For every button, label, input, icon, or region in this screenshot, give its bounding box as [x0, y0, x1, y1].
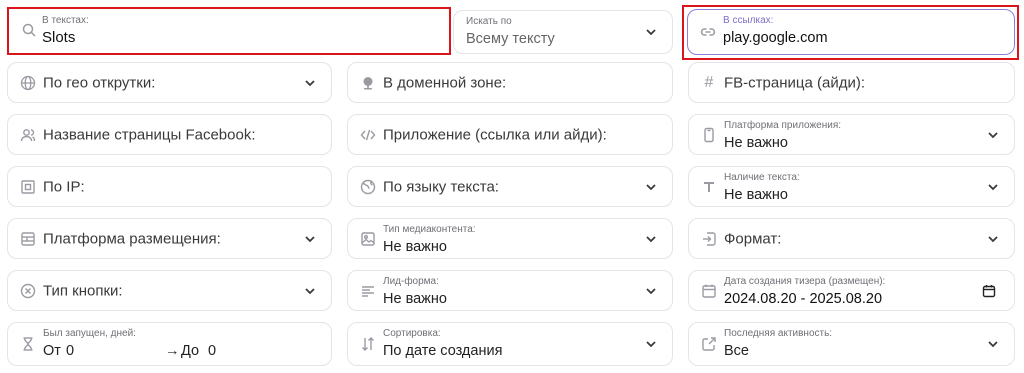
chevron-down-icon: [644, 284, 658, 298]
days-from-input[interactable]: 0: [66, 343, 74, 359]
calendar-icon: [701, 283, 717, 299]
calendar-picker-icon[interactable]: [982, 284, 996, 298]
lead-form-select[interactable]: Лид-форма: Не важно: [347, 270, 673, 311]
days-running-label: Был запущен, дней:: [43, 328, 136, 339]
search-by-select[interactable]: Искать по Всему тексту: [453, 10, 673, 54]
chevron-down-icon: [644, 25, 658, 39]
app-platform-label: Платформа приложения:: [724, 120, 842, 131]
format-select[interactable]: Формат:: [688, 218, 1015, 259]
days-to-input[interactable]: 0: [208, 343, 216, 359]
fb-page-name-input[interactable]: Название страницы Facebook:: [7, 114, 332, 155]
links-value[interactable]: play.google.com: [723, 30, 828, 46]
chevron-down-icon: [986, 232, 1000, 246]
phone-icon: [701, 127, 717, 143]
ip-icon: [20, 179, 36, 195]
lines-icon: [360, 283, 376, 299]
media-type-value: Не важно: [383, 239, 447, 255]
chevron-down-icon: [644, 337, 658, 351]
search-by-value: Всему тексту: [466, 31, 555, 47]
ip-input[interactable]: По IP:: [7, 166, 332, 207]
links-label: В ссылках:: [723, 15, 774, 26]
app-platform-value: Не важно: [724, 135, 788, 151]
app-label: Приложение (ссылка или айди):: [383, 126, 607, 143]
hash-icon: #: [704, 73, 714, 91]
search-by-label: Искать по: [466, 16, 512, 27]
search-icon: [21, 22, 37, 38]
lead-form-value: Не важно: [383, 291, 447, 307]
days-from-label: От: [43, 343, 61, 359]
chevron-down-icon: [644, 180, 658, 194]
cancel-circle-icon: [20, 283, 36, 299]
domain-zone-input[interactable]: В доменной зоне:: [347, 62, 673, 103]
last-activity-value: Все: [724, 343, 749, 359]
fb-page-name-label: Название страницы Facebook:: [43, 126, 256, 143]
media-type-select[interactable]: Тип медиаконтента: Не важно: [347, 218, 673, 259]
ip-label: По IP:: [43, 178, 85, 195]
code-icon: [360, 127, 376, 143]
search-text-value[interactable]: Slots: [42, 29, 75, 46]
text-language-select[interactable]: По языку текста:: [347, 166, 673, 207]
button-type-label: Тип кнопки:: [43, 282, 123, 299]
sorting-label: Сортировка:: [383, 328, 441, 339]
creation-date-value[interactable]: 2024.08.20 - 2025.08.20: [724, 291, 882, 307]
links-field[interactable]: В ссылках: play.google.com: [687, 9, 1015, 55]
chevron-down-icon: [303, 232, 317, 246]
search-text-label: В текстах:: [42, 15, 89, 26]
share-icon: [701, 336, 717, 352]
chevron-down-icon: [986, 180, 1000, 194]
geo-label: По гео открутки:: [43, 74, 156, 91]
days-running-field[interactable]: Был запущен, дней: От 0 → До 0: [7, 322, 332, 366]
placement-platform-select[interactable]: Платформа размещения:: [7, 218, 332, 259]
last-activity-label: Последняя активность:: [724, 328, 833, 339]
lead-form-label: Лид-форма:: [383, 276, 439, 287]
arrow-right-icon: →: [165, 343, 180, 359]
sort-icon: [360, 336, 376, 352]
chevron-down-icon: [986, 128, 1000, 142]
app-input[interactable]: Приложение (ссылка или айди):: [347, 114, 673, 155]
creation-date-label: Дата создания тизера (размещен):: [724, 276, 886, 287]
last-activity-select[interactable]: Последняя активность: Все: [688, 322, 1015, 366]
sorting-value: По дате создания: [383, 343, 503, 359]
language-globe-icon: [360, 179, 376, 195]
hourglass-icon: [20, 336, 36, 352]
media-type-label: Тип медиаконтента:: [383, 224, 476, 235]
user-icon: [20, 127, 36, 143]
format-label: Формат:: [724, 230, 782, 247]
search-text-field[interactable]: В текстах: Slots: [7, 7, 450, 54]
text-presence-value: Не важно: [724, 187, 788, 203]
creation-date-field[interactable]: Дата создания тизера (размещен): 2024.08…: [688, 270, 1015, 311]
chevron-down-icon: [303, 76, 317, 90]
location-icon: [360, 75, 376, 91]
image-icon: [360, 231, 376, 247]
days-to-label: До: [181, 343, 200, 359]
text-language-label: По языку текста:: [383, 178, 499, 195]
sorting-select[interactable]: Сортировка: По дате создания: [347, 322, 673, 366]
app-platform-select[interactable]: Платформа приложения: Не важно: [688, 114, 1015, 155]
button-type-select[interactable]: Тип кнопки:: [7, 270, 332, 311]
placement-platform-label: Платформа размещения:: [43, 230, 221, 247]
fb-page-input[interactable]: # FB-страница (айди):: [688, 62, 1015, 103]
geo-select[interactable]: По гео открутки:: [7, 62, 332, 103]
link-icon: [700, 24, 716, 40]
layout-icon: [20, 231, 36, 247]
format-icon: [701, 231, 717, 247]
globe-icon: [20, 75, 36, 91]
chevron-down-icon: [986, 337, 1000, 351]
text-presence-label: Наличие текста:: [724, 172, 800, 183]
chevron-down-icon: [644, 232, 658, 246]
fb-page-label: FB-страница (айди):: [724, 74, 865, 91]
text-icon: [701, 179, 717, 195]
chevron-down-icon: [303, 284, 317, 298]
text-presence-select[interactable]: Наличие текста: Не важно: [688, 166, 1015, 207]
domain-zone-label: В доменной зоне:: [383, 74, 507, 91]
